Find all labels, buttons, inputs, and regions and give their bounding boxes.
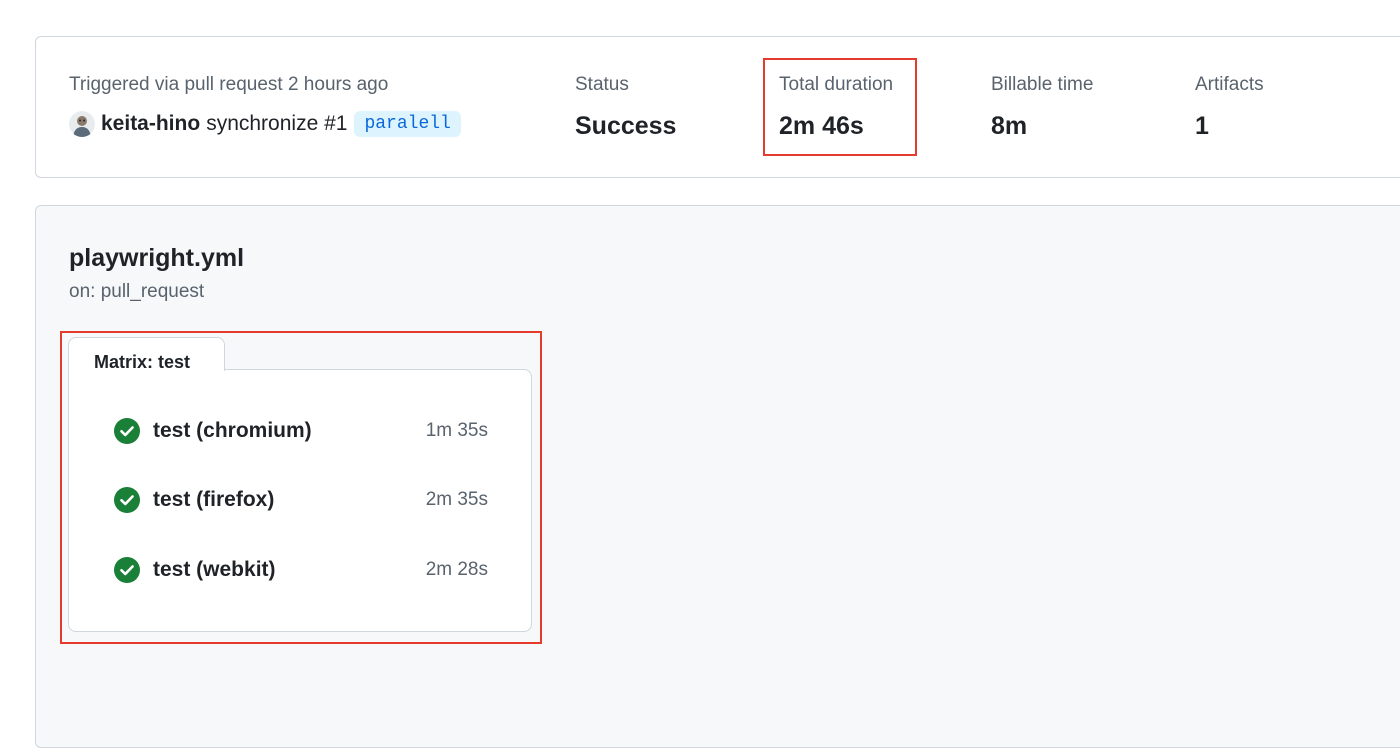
status-label: Status <box>575 74 629 95</box>
matrix-jobs-box: test (chromium) 1m 35s test (firefox) 2m… <box>68 369 532 632</box>
branch-badge[interactable]: paralell <box>354 111 461 137</box>
trigger-line: keita-hino synchronize #1 paralell <box>69 111 461 137</box>
job-duration: 2m 28s <box>425 559 488 580</box>
job-name: test (chromium) <box>153 419 312 442</box>
billable-time-metric: Billable time 8m <box>991 73 1093 141</box>
run-summary-card: Triggered via pull request 2 hours ago k… <box>35 36 1400 178</box>
billable-time-value[interactable]: 8m <box>991 111 1093 141</box>
job-name: test (webkit) <box>153 558 276 581</box>
workflow-trigger: on: pull_request <box>69 281 205 302</box>
job-row-firefox[interactable]: test (firefox) 2m 35s <box>114 485 488 515</box>
status-value: Success <box>575 112 677 140</box>
status-metric: Status Success <box>575 73 676 141</box>
check-circle-icon <box>114 418 140 444</box>
job-row-chromium[interactable]: test (chromium) 1m 35s <box>114 416 488 446</box>
artifacts-label: Artifacts <box>1195 74 1264 95</box>
check-circle-icon <box>114 487 140 513</box>
avatar-icon[interactable] <box>69 111 95 137</box>
trigger-text: Triggered via pull request 2 hours ago <box>69 74 389 95</box>
check-circle-icon <box>114 557 140 583</box>
artifacts-metric: Artifacts 1 <box>1195 73 1264 141</box>
job-name: test (firefox) <box>153 488 275 511</box>
duration-highlight-box <box>763 58 917 156</box>
billable-time-label: Billable time <box>991 74 1094 95</box>
job-row-webkit[interactable]: test (webkit) 2m 28s <box>114 555 488 585</box>
job-duration: 2m 35s <box>425 489 488 510</box>
actor-link[interactable]: keita-hino <box>101 112 200 136</box>
trigger-info: Triggered via pull request 2 hours ago k… <box>69 73 461 137</box>
artifacts-count[interactable]: 1 <box>1195 111 1264 141</box>
matrix-label: Matrix: test <box>94 352 191 372</box>
event-link[interactable]: synchronize #1 <box>206 112 347 136</box>
matrix-tab: Matrix: test <box>68 337 225 372</box>
job-duration: 1m 35s <box>425 420 488 441</box>
workflow-title: playwright.yml <box>69 244 245 272</box>
